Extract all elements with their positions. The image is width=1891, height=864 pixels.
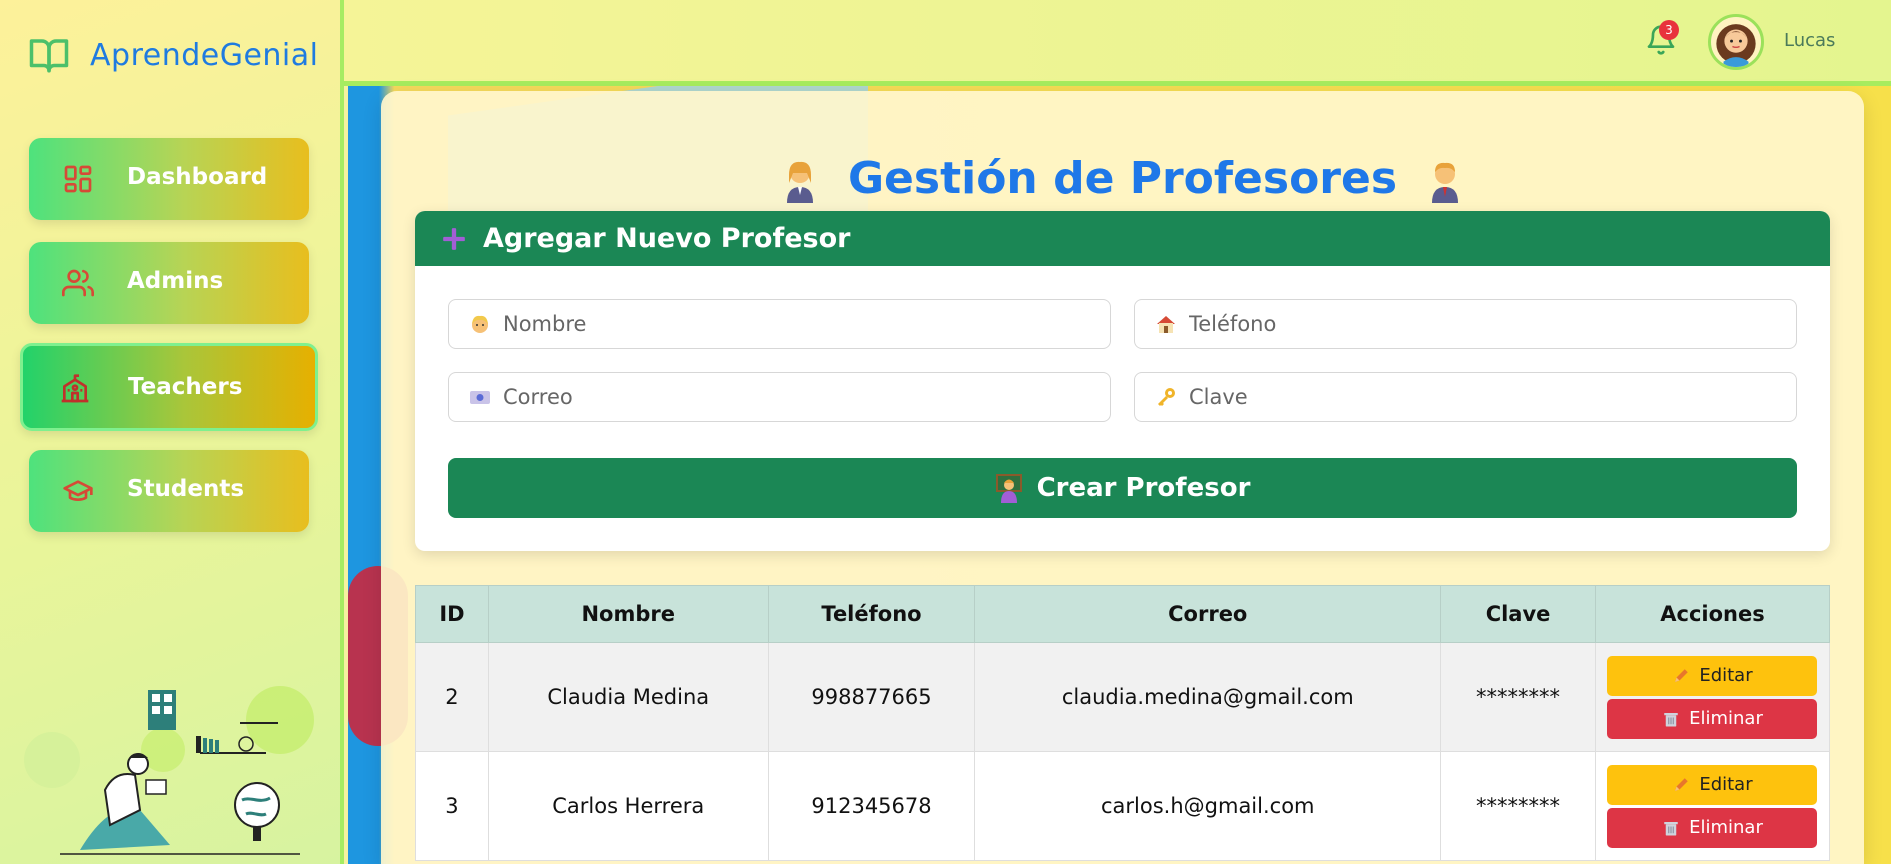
cell-telefono: 912345678 <box>767 751 976 861</box>
cell-clave: ******** <box>1440 751 1596 861</box>
clave-input[interactable] <box>1187 384 1751 410</box>
cell-correo: carlos.h@gmail.com <box>974 751 1442 861</box>
delete-label: Eliminar <box>1689 817 1763 838</box>
cell-nombre: Carlos Herrera <box>487 751 769 861</box>
plus-icon <box>443 227 465 250</box>
user-name[interactable]: Lucas <box>1784 30 1835 51</box>
student-reading-illustration <box>24 686 314 855</box>
clave-field-wrapper <box>1134 372 1797 422</box>
delete-button[interactable]: Eliminar <box>1607 698 1818 739</box>
cell-telefono: 998877665 <box>767 642 976 752</box>
teachers-table: ID Nombre Teléfono Correo Clave Acciones… <box>415 585 1831 861</box>
table-header-row: ID Nombre Teléfono Correo Clave Acciones <box>415 585 1831 643</box>
telefono-input[interactable] <box>1187 311 1751 337</box>
brand-name: AprendeGenial <box>90 37 319 73</box>
school-icon <box>61 374 89 403</box>
cell-clave: ******** <box>1440 642 1596 752</box>
graduation-cap-icon <box>63 480 93 501</box>
avatar[interactable] <box>1708 14 1764 70</box>
notification-badge: 3 <box>1659 20 1679 40</box>
create-teacher-button[interactable]: Crear Profesor <box>448 458 1797 518</box>
sidebar: AprendeGenial Dashboard Admins Teachers … <box>0 0 344 864</box>
delete-button[interactable]: Eliminar <box>1607 807 1818 848</box>
cell-id: 3 <box>415 751 489 861</box>
cell-nombre: Claudia Medina <box>487 642 769 752</box>
sidebar-item-teachers[interactable]: Teachers <box>20 343 318 431</box>
edit-label: Editar <box>1699 665 1753 686</box>
table-row: 3 Carlos Herrera 912345678 carlos.h@gmai… <box>415 751 1831 861</box>
book-open-icon <box>29 39 69 73</box>
telefono-field-wrapper <box>1134 299 1797 349</box>
sidebar-item-label: Students <box>127 476 245 502</box>
edit-button[interactable]: Editar <box>1607 764 1818 805</box>
create-teacher-label: Crear Profesor <box>1036 473 1251 503</box>
correo-input[interactable] <box>501 384 1065 410</box>
column-header-clave: Clave <box>1440 585 1596 643</box>
page-title: Gestión de Profesores <box>381 153 1864 204</box>
person-emoji-icon <box>472 315 488 333</box>
cell-id: 2 <box>415 642 489 752</box>
correo-field-wrapper <box>448 372 1111 422</box>
column-header-id: ID <box>415 585 489 643</box>
user-avatar-image <box>1716 24 1756 67</box>
page-title-text: Gestión de Profesores <box>847 153 1398 205</box>
nombre-field-wrapper <box>448 299 1111 349</box>
nombre-input[interactable] <box>501 311 1065 337</box>
column-header-telefono: Teléfono <box>767 585 976 643</box>
form-heading: Agregar Nuevo Profesor <box>483 223 851 254</box>
cell-acciones: Editar Eliminar <box>1594 642 1831 752</box>
sidebar-item-students[interactable]: Students <box>29 450 309 532</box>
brand[interactable]: AprendeGenial <box>28 34 318 76</box>
key-emoji-icon <box>1158 388 1175 406</box>
users-icon <box>62 269 94 297</box>
column-header-acciones: Acciones <box>1594 585 1831 643</box>
cell-acciones: Editar Eliminar <box>1594 751 1831 861</box>
sidebar-item-label: Dashboard <box>127 164 268 190</box>
form-header: Agregar Nuevo Profesor <box>415 211 1830 266</box>
man-teacher-emoji-icon <box>1432 163 1459 204</box>
sidebar-item-label: Teachers <box>128 374 243 400</box>
cell-correo: claudia.medina@gmail.com <box>974 642 1442 752</box>
column-header-nombre: Nombre <box>487 585 769 643</box>
edit-label: Editar <box>1699 774 1753 795</box>
trash-icon <box>1664 712 1678 726</box>
sidebar-item-dashboard[interactable]: Dashboard <box>29 138 309 220</box>
table-row: 2 Claudia Medina 998877665 claudia.medin… <box>415 642 1831 752</box>
column-header-correo: Correo <box>974 585 1442 643</box>
sidebar-item-admins[interactable]: Admins <box>29 242 309 324</box>
dashboard-grid-icon <box>64 165 92 193</box>
trash-icon <box>1664 821 1678 835</box>
pencil-icon <box>1675 668 1689 682</box>
edit-button[interactable]: Editar <box>1607 655 1818 696</box>
sidebar-item-label: Admins <box>127 268 224 294</box>
house-emoji-icon <box>1157 316 1175 333</box>
delete-label: Eliminar <box>1689 708 1763 729</box>
woman-teacher-emoji-icon <box>786 162 813 204</box>
pencil-icon <box>1675 777 1689 791</box>
teacher-emoji-icon <box>995 474 1022 503</box>
add-teacher-form: Agregar Nuevo Profesor C <box>415 211 1830 551</box>
id-card-emoji-icon <box>470 391 490 404</box>
